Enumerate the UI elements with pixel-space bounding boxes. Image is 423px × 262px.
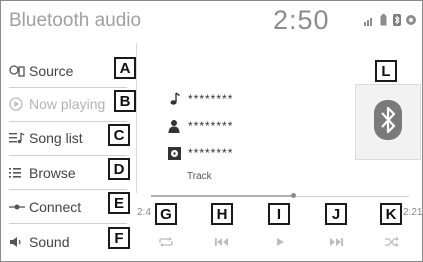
track-artist-row: ******** [168, 119, 233, 133]
play-icon [275, 234, 285, 252]
callout-b: B [114, 90, 136, 112]
bluetooth-icon [393, 13, 401, 31]
previous-icon [214, 234, 230, 252]
clock: 2:50 [273, 5, 330, 35]
next-icon [328, 234, 344, 252]
menu-item-source[interactable]: Source [9, 57, 73, 85]
now-playing-icon [9, 97, 29, 111]
callout-c: C [108, 124, 130, 146]
repeat-button[interactable] [151, 236, 181, 250]
callout-l: L [375, 60, 397, 82]
previous-button[interactable] [207, 236, 237, 250]
source-icon [9, 65, 29, 77]
callout-h: H [211, 203, 233, 225]
menu-item-now-playing-label: Now playing [29, 96, 106, 112]
callout-f: F [108, 227, 130, 249]
callout-i: I [268, 203, 290, 225]
artist-icon [168, 119, 188, 133]
callout-e: E [108, 192, 130, 214]
menu-item-now-playing[interactable]: Now playing [9, 90, 105, 118]
menu-item-sound-label: Sound [29, 234, 70, 250]
track-label: Track [187, 171, 212, 182]
menu-item-connect[interactable]: Connect [9, 193, 81, 221]
track-artist: ******** [188, 119, 234, 133]
music-note-icon [168, 92, 188, 106]
battery-icon [380, 13, 387, 31]
menu-item-browse[interactable]: Browse [9, 159, 76, 187]
callout-d: D [108, 158, 130, 180]
menu-item-connect-label: Connect [29, 199, 82, 215]
browse-icon [9, 167, 29, 179]
menu-item-browse-label: Browse [29, 165, 76, 181]
shuffle-button[interactable] [377, 236, 407, 250]
track-title: ******** [188, 92, 234, 106]
total-time: 2:21 [403, 207, 423, 218]
progress-bar[interactable] [151, 193, 409, 198]
menu-item-source-label: Source [29, 63, 74, 79]
callout-j: J [325, 203, 347, 225]
track-title-row: ******** [168, 92, 233, 106]
connect-icon [9, 202, 29, 212]
menu-divider [9, 189, 127, 190]
menu-item-song-list[interactable]: Song list [9, 124, 83, 152]
track-album-row: ******** [168, 146, 233, 160]
track-album: ******** [188, 146, 234, 160]
album-art [355, 84, 421, 160]
menu-item-sound[interactable]: Sound [9, 228, 69, 256]
bluetooth-logo-icon [374, 99, 402, 145]
callout-k: K [380, 203, 402, 225]
progress-knob[interactable] [290, 193, 296, 198]
song-list-icon [9, 132, 29, 144]
menu-divider [9, 155, 127, 156]
progress-fill [151, 195, 293, 197]
menu-item-song-list-label: Song list [29, 130, 83, 146]
settings-icon[interactable] [405, 13, 417, 31]
screen-title: Bluetooth audio [9, 10, 142, 31]
repeat-icon [158, 234, 174, 252]
menu-divider [9, 121, 127, 122]
sound-icon [9, 236, 29, 248]
signal-icon [364, 13, 374, 31]
album-icon [168, 146, 188, 160]
callout-a: A [114, 57, 136, 79]
shuffle-icon [384, 234, 400, 252]
callout-g: G [155, 203, 177, 225]
panel-separator [136, 43, 137, 193]
bluetooth-audio-screen: Bluetooth audio 2:50 Source Now playing … [0, 0, 423, 262]
elapsed-time: 2:4 [137, 207, 151, 218]
play-button[interactable] [265, 236, 295, 250]
menu-divider [9, 87, 127, 88]
next-button[interactable] [321, 236, 351, 250]
menu-divider [9, 223, 127, 224]
